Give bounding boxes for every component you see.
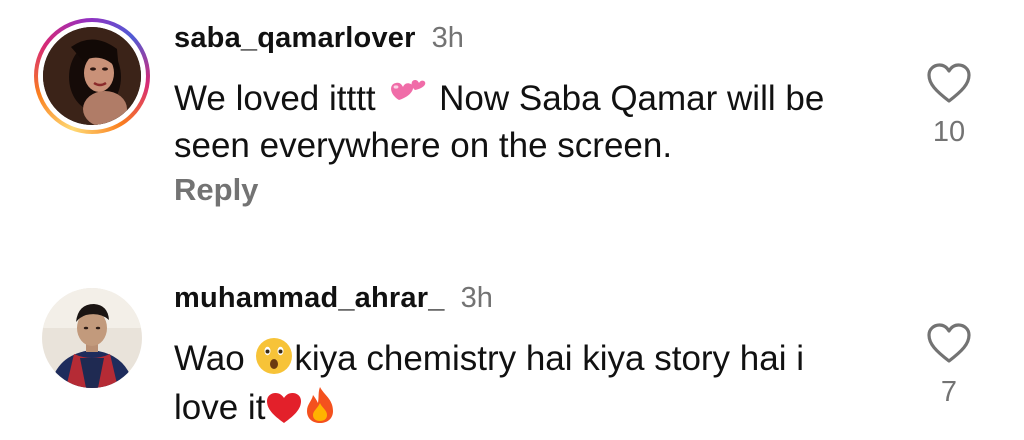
username[interactable]: muhammad_ahrar_ <box>174 282 445 315</box>
red-heart-icon <box>265 391 303 434</box>
comment-header: saba_qamarlover 3h <box>174 22 464 55</box>
like-column: 10 <box>904 62 994 149</box>
comment-item: muhammad_ahrar_ 3h Wao kiya chemistry ha… <box>0 270 1024 440</box>
heart-icon[interactable] <box>926 322 972 364</box>
avatar-ring-inner <box>38 22 146 130</box>
username[interactable]: saba_qamarlover <box>174 22 416 55</box>
man-portrait-avatar-icon <box>42 288 142 388</box>
avatar[interactable] <box>42 288 142 388</box>
astonished-face-icon <box>254 336 294 385</box>
comment-header: muhammad_ahrar_ 3h <box>174 282 493 315</box>
comment-text: We loved itttt Now Saba Qamar will be se… <box>174 76 874 166</box>
timestamp: 3h <box>460 282 493 314</box>
avatar[interactable] <box>43 27 141 125</box>
comment-item: saba_qamarlover 3h We loved itttt Now Sa… <box>0 0 1024 230</box>
reply-button[interactable]: Reply <box>174 172 258 208</box>
like-column: 7 <box>904 322 994 409</box>
timestamp: 3h <box>431 22 464 54</box>
comment-text-part: Wao <box>174 339 255 378</box>
comment-text: Wao kiya chemistry hai kiya story hai i … <box>174 336 874 434</box>
story-ring[interactable] <box>34 18 150 134</box>
two-hearts-icon <box>385 76 429 125</box>
heart-icon[interactable] <box>926 62 972 104</box>
fire-icon <box>303 385 337 434</box>
woman-portrait-avatar-icon <box>43 27 141 125</box>
comment-text-part: We loved itttt <box>174 79 376 118</box>
like-count: 10 <box>932 116 966 148</box>
like-count: 7 <box>940 376 958 408</box>
